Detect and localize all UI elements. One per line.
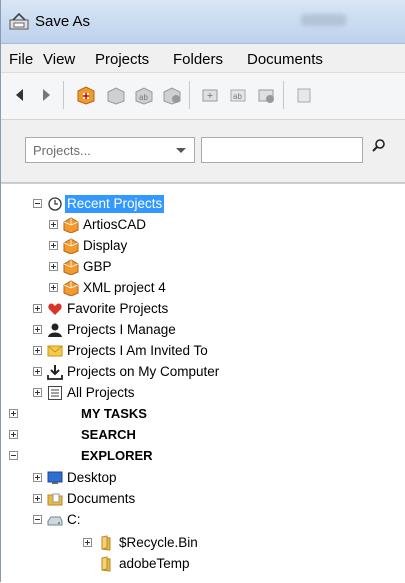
download-icon bbox=[47, 365, 63, 380]
forward-arrow-icon[interactable] bbox=[35, 84, 57, 106]
projects-combo[interactable]: Projects... bbox=[25, 137, 195, 163]
expand-icon[interactable] bbox=[33, 304, 42, 313]
expand-icon[interactable] bbox=[33, 367, 42, 376]
toolbar-separator bbox=[189, 81, 190, 109]
tree-label: Recent Projects bbox=[65, 195, 165, 213]
tree-label: Projects I Am Invited To bbox=[67, 343, 208, 358]
toolbar: ab ab bbox=[1, 73, 405, 120]
project-icon bbox=[63, 280, 79, 296]
window-title: Save As bbox=[35, 13, 91, 30]
menu-bar: File View Projects Folders Documents bbox=[1, 44, 405, 73]
tree-label: Documents bbox=[67, 491, 136, 506]
expand-icon[interactable] bbox=[33, 494, 42, 503]
chevron-down-icon[interactable] bbox=[176, 148, 186, 153]
back-arrow-icon[interactable] bbox=[9, 84, 31, 106]
folder-icon bbox=[101, 556, 111, 572]
menu-projects[interactable]: Projects bbox=[95, 51, 149, 68]
tree-label: SEARCH bbox=[81, 427, 136, 442]
expand-icon[interactable] bbox=[33, 346, 42, 355]
expand-icon[interactable] bbox=[83, 538, 92, 547]
expand-icon[interactable] bbox=[33, 388, 42, 397]
toolbar-separator bbox=[283, 81, 284, 109]
project-tree: Recent Projects ArtiosCAD Display GBP XM… bbox=[1, 183, 405, 583]
rename-project-icon[interactable]: ab bbox=[133, 84, 155, 106]
search-icon[interactable] bbox=[371, 138, 387, 154]
expand-icon[interactable] bbox=[33, 473, 42, 482]
list-icon bbox=[48, 386, 62, 400]
folder-icon bbox=[101, 535, 111, 551]
expand-icon[interactable] bbox=[49, 283, 58, 292]
desktop-icon bbox=[47, 471, 63, 484]
svg-text:ab: ab bbox=[233, 92, 242, 101]
delete-project-icon[interactable] bbox=[161, 84, 183, 106]
toolbar-separator bbox=[63, 81, 64, 109]
tree-label: Favorite Projects bbox=[67, 301, 169, 316]
tree-label: All Projects bbox=[67, 385, 135, 400]
project-icon bbox=[63, 217, 79, 233]
tree-label: adobeTemp bbox=[119, 556, 190, 571]
expand-icon[interactable] bbox=[49, 241, 58, 250]
user-icon bbox=[48, 323, 62, 337]
save-icon bbox=[9, 13, 29, 30]
title-bar: Save As bbox=[1, 0, 405, 44]
tree-label: Projects on My Computer bbox=[67, 364, 220, 379]
menu-file[interactable]: File bbox=[9, 51, 33, 68]
envelope-icon bbox=[47, 345, 63, 357]
collapse-icon[interactable] bbox=[9, 451, 18, 460]
documents-folder-icon bbox=[47, 493, 63, 506]
tree-label: Desktop bbox=[67, 470, 117, 485]
filter-bar: Projects... bbox=[1, 120, 405, 183]
tree-label: ArtiosCAD bbox=[83, 217, 147, 232]
expand-icon[interactable] bbox=[49, 220, 58, 229]
save-as-window: Save As File View Projects Folders Docum… bbox=[0, 0, 405, 583]
tree-label: Display bbox=[83, 238, 128, 253]
project-icon bbox=[63, 259, 79, 275]
expand-icon[interactable] bbox=[9, 409, 18, 418]
tree-label: XML project 4 bbox=[83, 280, 166, 295]
projects-combo-placeholder: Projects... bbox=[33, 143, 91, 158]
tree-label: EXPLORER bbox=[81, 448, 153, 463]
collapse-icon[interactable] bbox=[33, 515, 42, 524]
tree-label: $Recycle.Bin bbox=[119, 535, 198, 550]
new-folder-icon[interactable] bbox=[199, 84, 221, 106]
menu-documents[interactable]: Documents bbox=[247, 51, 323, 68]
tree-label: C: bbox=[67, 512, 81, 527]
expand-icon[interactable] bbox=[33, 325, 42, 334]
delete-folder-icon[interactable] bbox=[255, 84, 277, 106]
tree-label: Projects I Manage bbox=[67, 322, 176, 337]
tree-label: GBP bbox=[83, 259, 112, 274]
document-icon[interactable] bbox=[293, 84, 315, 106]
collapse-icon[interactable] bbox=[33, 199, 42, 208]
drive-icon bbox=[47, 516, 63, 526]
menu-view[interactable]: View bbox=[43, 51, 75, 68]
menu-folders[interactable]: Folders bbox=[173, 51, 223, 68]
expand-icon[interactable] bbox=[49, 262, 58, 271]
search-input[interactable] bbox=[201, 137, 363, 163]
new-project-icon[interactable] bbox=[75, 84, 97, 106]
clock-icon bbox=[48, 197, 62, 211]
copy-project-icon[interactable] bbox=[105, 84, 127, 106]
expand-icon[interactable] bbox=[9, 430, 18, 439]
title-bar-blurred-region bbox=[301, 14, 346, 26]
tree-label: MY TASKS bbox=[81, 406, 147, 421]
svg-text:ab: ab bbox=[139, 93, 148, 102]
heart-icon bbox=[48, 303, 62, 315]
rename-folder-icon[interactable]: ab bbox=[227, 84, 249, 106]
project-icon bbox=[63, 238, 79, 254]
